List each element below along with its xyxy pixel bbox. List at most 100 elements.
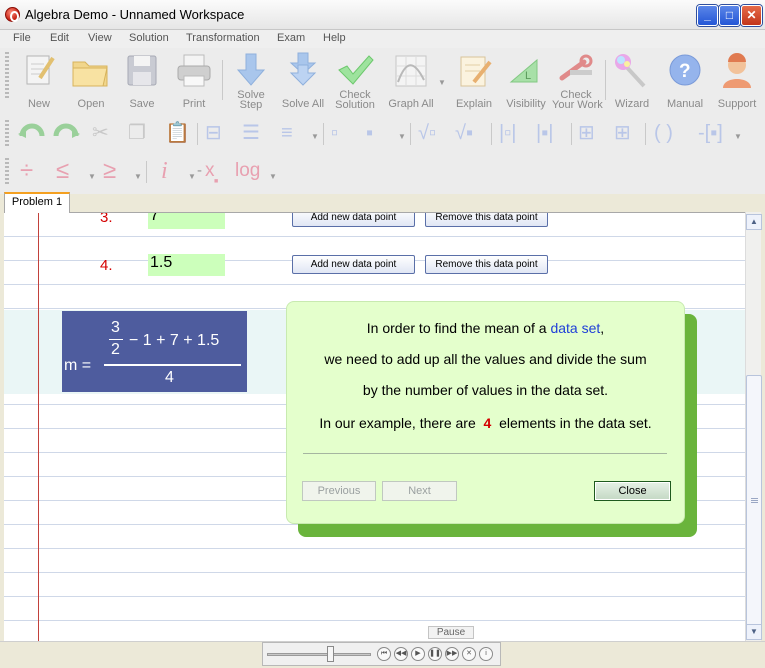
solve-step-button[interactable]: Solve Step (229, 52, 273, 112)
mixed-fraction-icon[interactable]: ≡ (281, 122, 293, 144)
row-value[interactable]: 7 (148, 212, 225, 229)
toolbar-grip[interactable] (5, 52, 9, 100)
check-your-work-label-2: Your Work (552, 99, 603, 111)
toolbar-grip[interactable] (5, 120, 9, 146)
compare-dropdown-icon[interactable]: ▼ (88, 166, 96, 188)
check-your-work-button[interactable]: Check Your Work (552, 52, 603, 112)
paste-icon[interactable]: 📋 (165, 122, 190, 144)
rewind-icon[interactable]: ◀◀ (394, 647, 408, 661)
menu-help[interactable]: Help (323, 32, 346, 44)
add-data-point-button[interactable]: Add new data point (292, 255, 415, 274)
parentheses-icon[interactable]: ( ) (654, 122, 673, 144)
previous-button[interactable]: Previous (302, 481, 376, 501)
tab-problem-1[interactable]: Problem 1 (4, 192, 70, 213)
stop-icon[interactable]: ✕ (462, 647, 476, 661)
graph-dropdown-icon[interactable]: ▼ (438, 72, 446, 94)
margin-line (38, 213, 39, 641)
menu-exam[interactable]: Exam (277, 32, 305, 44)
skip-start-icon[interactable]: ⏮ (377, 647, 391, 661)
scroll-down-button[interactable]: ▼ (746, 624, 762, 640)
vertical-scrollbar[interactable]: ▲ ▼ (745, 212, 762, 641)
graph-icon (395, 55, 427, 87)
toolbar-grip[interactable] (5, 158, 9, 184)
copy-icon[interactable]: ❐ (128, 122, 146, 144)
row-value[interactable]: 1.5 (148, 254, 225, 276)
brackets-dropdown-icon[interactable]: ▼ (734, 126, 742, 148)
visibility-label: Visibility (506, 98, 546, 110)
row-value-text: 7 (150, 212, 159, 224)
formula-fraction-denominator: 2 (111, 341, 120, 358)
toolbar-separator (491, 123, 492, 145)
popup-line-1-text: In order to find the mean of a (366, 320, 547, 336)
wizard-button[interactable]: Wizard (610, 52, 654, 112)
cut-icon[interactable]: ✂ (92, 122, 109, 144)
log-icon[interactable]: log (235, 160, 260, 182)
brackets-icon[interactable]: -[▪] (698, 122, 723, 144)
fast-forward-icon[interactable]: ▶▶ (445, 647, 459, 661)
playback-slider-thumb[interactable] (327, 646, 334, 662)
menu-solution[interactable]: Solution (129, 32, 169, 44)
check-solution-button[interactable]: Check Solution (332, 52, 378, 112)
less-equal-icon[interactable]: ≤ (56, 159, 69, 183)
mean-formula[interactable]: m = 3 2 − 1 + 7 + 1.5 4 (62, 311, 247, 392)
pause-icon[interactable]: ❚❚ (428, 647, 442, 661)
remove-data-point-button[interactable]: Remove this data point (425, 213, 548, 227)
subscript-icon[interactable]: ▪ (366, 122, 373, 144)
fraction-icon[interactable]: ⊟ (205, 122, 222, 144)
close-popup-button[interactable]: Close (594, 481, 671, 501)
playback-slider-track[interactable] (267, 653, 371, 656)
nth-root-icon[interactable]: √▪ (455, 122, 473, 144)
imaginary-unit-icon[interactable]: i (161, 159, 168, 183)
menu-edit[interactable]: Edit (50, 32, 69, 44)
visibility-button[interactable]: L Visibility (501, 52, 551, 112)
maximize-button[interactable]: □ (719, 5, 740, 26)
undo-icon[interactable] (18, 122, 46, 142)
row-index: 3. (100, 212, 113, 226)
playback-controls: ⏮ ◀◀ ▶ ❚❚ ▶▶ ✕ i (262, 642, 501, 666)
exponent-dropdown-icon[interactable]: ▼ (398, 126, 406, 148)
compare-dropdown-icon-2[interactable]: ▼ (134, 166, 142, 188)
formula-numerator: − 1 + 7 + 1.5 (129, 332, 220, 349)
close-window-button[interactable]: ✕ (741, 5, 762, 26)
info-icon[interactable]: i (479, 647, 493, 661)
formula-fraction-numerator: 3 (111, 319, 120, 336)
play-icon[interactable]: ▶ (411, 647, 425, 661)
add-data-point-button[interactable]: Add new data point (292, 213, 415, 227)
matrix-icon[interactable]: ⊞ (578, 122, 595, 144)
greater-equal-icon[interactable]: ≥ (103, 159, 116, 183)
menu-transformation[interactable]: Transformation (186, 32, 260, 44)
fraction-dropdown-icon[interactable]: ▼ (311, 126, 319, 148)
divide-icon[interactable]: ÷ (20, 159, 33, 183)
menu-view[interactable]: View (88, 32, 112, 44)
remove-data-point-button[interactable]: Remove this data point (425, 255, 548, 274)
app-icon[interactable] (5, 7, 20, 22)
log-dropdown-icon[interactable]: ▼ (269, 166, 277, 188)
imaginary-dropdown-icon[interactable]: ▼ (188, 166, 196, 188)
popup-line-4: In our example, there are 4 elements in … (287, 415, 684, 431)
support-button[interactable]: Support (713, 52, 761, 112)
new-button[interactable]: New (18, 52, 60, 112)
abs-filled-icon[interactable]: |▪| (536, 122, 553, 144)
popup-line-3: by the number of values in the data set. (362, 382, 609, 398)
graph-all-button[interactable]: Graph All (386, 52, 436, 112)
save-label: Save (129, 98, 155, 110)
scroll-thumb[interactable] (746, 375, 762, 626)
data-set-link[interactable]: data set (550, 320, 600, 336)
matrix-alt-icon[interactable]: ⊞ (614, 122, 631, 144)
print-button[interactable]: Print (171, 52, 217, 112)
stacked-fraction-icon[interactable]: ☰ (242, 122, 260, 144)
manual-button[interactable]: ? Manual (662, 52, 708, 112)
open-button[interactable]: Open (68, 52, 114, 112)
menu-file[interactable]: File (13, 32, 31, 44)
scroll-up-button[interactable]: ▲ (746, 214, 762, 230)
save-button[interactable]: Save (120, 52, 164, 112)
sqrt-icon[interactable]: √▫ (418, 122, 436, 144)
new-label: New (27, 98, 50, 110)
minimize-button[interactable]: _ (697, 5, 718, 26)
redo-icon[interactable] (52, 122, 80, 142)
explain-button[interactable]: Explain (449, 52, 499, 112)
solve-all-button[interactable]: Solve All (278, 52, 328, 112)
exponent-icon[interactable]: ▫ (331, 122, 338, 144)
abs-value-icon[interactable]: |▫| (499, 122, 516, 144)
next-button[interactable]: Next (382, 481, 457, 501)
